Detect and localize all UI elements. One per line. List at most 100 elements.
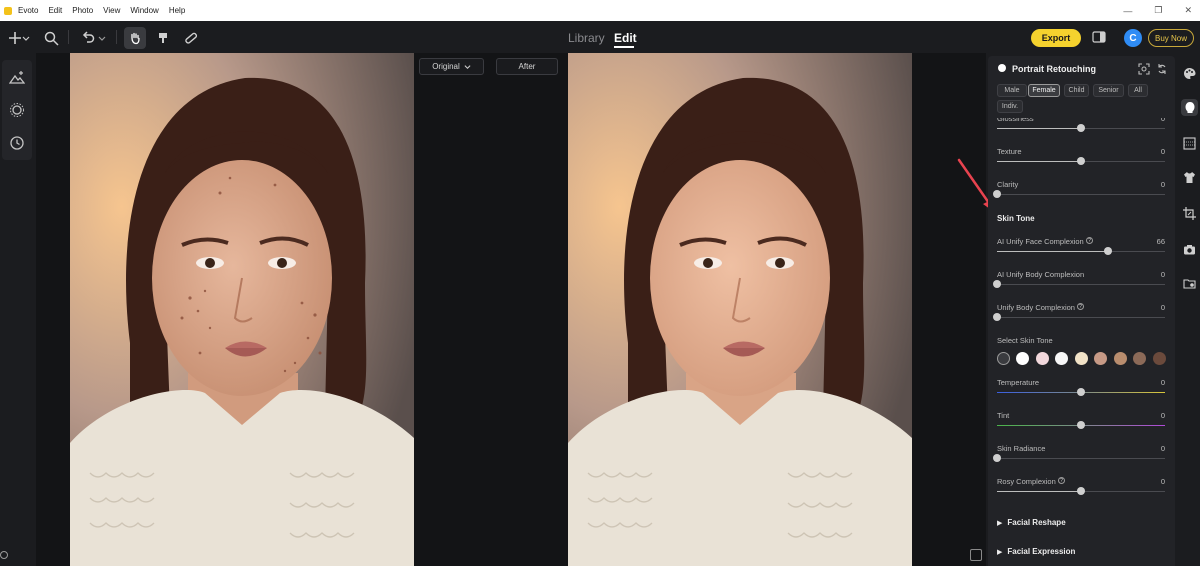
- slider-ai-unify-body-complexion: AI Unify Body Complexion 0: [993, 270, 1165, 298]
- slider-unify-body-complexion-track[interactable]: [997, 317, 1165, 318]
- slider-clarity: Clarity 0: [993, 180, 1165, 208]
- slider-skin-radiance: Skin Radiance 0: [993, 444, 1165, 472]
- sync-icon[interactable]: [1156, 62, 1168, 74]
- filter-chip-senior[interactable]: Senior: [1093, 84, 1124, 97]
- slider-temperature-thumb[interactable]: [1077, 388, 1085, 396]
- filter-chip-male[interactable]: Male: [997, 84, 1027, 97]
- help-icon[interactable]: ?: [1058, 477, 1065, 484]
- skin-tone-swatch[interactable]: [1113, 352, 1127, 365]
- menu-window[interactable]: Window: [130, 6, 158, 15]
- avatar[interactable]: C: [1124, 29, 1142, 47]
- folder-view-icon[interactable]: [1183, 277, 1196, 290]
- menu-app[interactable]: Evoto: [18, 6, 38, 15]
- help-icon[interactable]: ?: [1086, 237, 1093, 244]
- slider-clarity-thumb[interactable]: [993, 190, 1001, 198]
- compare-after-label[interactable]: After: [496, 58, 558, 75]
- slider-ai-unify-face-complexion-value: 66: [1156, 237, 1165, 246]
- slider-unify-body-complexion-label: Unify Body Complexion: [997, 303, 1075, 312]
- slider-glossiness-value: 0: [1160, 114, 1165, 123]
- slider-skin-radiance-thumb[interactable]: [993, 454, 1001, 462]
- clothing-icon[interactable]: [1183, 171, 1196, 184]
- slider-tint-label: Tint: [997, 411, 1010, 420]
- filter-chip-child[interactable]: Child: [1064, 84, 1089, 97]
- menu-photo[interactable]: Photo: [72, 6, 93, 15]
- slider-ai-unify-body-complexion-thumb[interactable]: [993, 280, 1001, 288]
- skin-tone-swatch[interactable]: [1016, 352, 1029, 365]
- window-controls: — ❐ ✕: [1123, 0, 1192, 21]
- filter-chip-all[interactable]: All: [1128, 84, 1148, 97]
- hand-tool-icon[interactable]: [124, 27, 146, 49]
- skin-tone-swatch[interactable]: [1094, 352, 1107, 365]
- compare-original-dropdown[interactable]: Original: [419, 58, 484, 75]
- slider-clarity-track[interactable]: [997, 194, 1165, 195]
- menu-help[interactable]: Help: [169, 6, 185, 15]
- menu-edit[interactable]: Edit: [48, 6, 62, 15]
- close-icon[interactable]: ✕: [1184, 5, 1192, 16]
- toolbar: Library Edit Export C Buy Now: [0, 21, 1200, 53]
- skin-tone-swatch[interactable]: [1055, 352, 1068, 365]
- slider-ai-unify-face-complexion-thumb[interactable]: [1103, 247, 1112, 255]
- slider-texture-label: Texture: [997, 147, 1022, 156]
- camera-icon[interactable]: [1183, 243, 1196, 256]
- slider-skin-radiance-track[interactable]: [997, 458, 1165, 459]
- search-icon[interactable]: [40, 27, 62, 49]
- slider-unify-body-complexion: Unify Body Complexion? 0: [993, 303, 1165, 331]
- portrait-retouching-icon[interactable]: [1181, 99, 1198, 116]
- slider-clarity-value: 0: [1160, 180, 1165, 189]
- tab-edit[interactable]: Edit: [614, 31, 637, 45]
- crop-icon[interactable]: [1183, 207, 1196, 220]
- ai-landscape-icon[interactable]: [8, 68, 26, 86]
- slider-skin-radiance-label: Skin Radiance: [997, 444, 1046, 453]
- presets-icon[interactable]: [8, 101, 26, 119]
- filter-chip-indiv[interactable]: Indiv.: [997, 100, 1023, 113]
- slider-texture-thumb[interactable]: [1077, 157, 1085, 165]
- chevron-down-icon: [464, 65, 471, 69]
- slider-ai-unify-face-complexion-fill: [997, 251, 1108, 252]
- caret-right-icon: ▶: [997, 549, 1003, 556]
- skin-tone-swatch[interactable]: [1074, 352, 1088, 365]
- help-icon[interactable]: ?: [1077, 303, 1084, 310]
- slider-skin-radiance-value: 0: [1160, 444, 1165, 453]
- minimize-icon[interactable]: —: [1123, 6, 1132, 16]
- compare-original-label: Original: [432, 62, 460, 71]
- skin-tone-swatch[interactable]: [1152, 352, 1166, 365]
- slider-tint-thumb[interactable]: [1077, 421, 1085, 429]
- skin-tone-swatch[interactable]: [1133, 352, 1146, 365]
- chevron-down-icon[interactable]: [20, 27, 32, 49]
- menu-view[interactable]: View: [103, 6, 120, 15]
- slider-temperature-value: 0: [1160, 378, 1165, 387]
- slider-unify-body-complexion-thumb[interactable]: [993, 313, 1001, 321]
- panel-toggle-icon[interactable]: [1092, 30, 1106, 44]
- info-icon[interactable]: [0, 551, 8, 559]
- slider-ai-unify-body-complexion-track[interactable]: [997, 284, 1165, 285]
- left-tool-group: [2, 60, 32, 160]
- skin-tone-swatch[interactable]: [1035, 352, 1049, 365]
- slider-rosy-complexion: Rosy Complexion? 0: [997, 477, 1165, 505]
- bandage-tool-icon[interactable]: [180, 27, 202, 49]
- slider-rosy-complexion-thumb[interactable]: [1077, 487, 1085, 495]
- undo-history-chevron-icon[interactable]: [96, 27, 108, 49]
- facial-reshape-section[interactable]: ▶ Facial Reshape: [997, 518, 1066, 527]
- slider-tint-value: 0: [1160, 411, 1165, 420]
- original-photo[interactable]: [70, 53, 414, 566]
- tab-library[interactable]: Library: [568, 31, 605, 45]
- compare-view-toggle-icon[interactable]: [970, 549, 982, 561]
- skin-tone-none-swatch[interactable]: [997, 352, 1010, 365]
- background-icon[interactable]: [1183, 137, 1196, 150]
- palette-icon[interactable]: [1183, 67, 1196, 80]
- facial-expression-section[interactable]: ▶ Facial Expression: [997, 547, 1075, 556]
- slider-ai-unify-body-complexion-value: 0: [1160, 270, 1165, 279]
- slider-texture-fill: [997, 161, 1081, 162]
- slider-glossiness-thumb[interactable]: [1077, 124, 1085, 132]
- maximize-icon[interactable]: ❐: [1154, 5, 1162, 16]
- filter-chip-female[interactable]: Female: [1028, 84, 1060, 97]
- brush-tool-icon[interactable]: [152, 27, 174, 49]
- after-photo[interactable]: [568, 53, 912, 566]
- skin-tone-heading: Skin Tone: [997, 214, 1035, 223]
- export-button[interactable]: Export: [1031, 29, 1081, 47]
- slider-glossiness: Glossiness 0: [997, 114, 1165, 142]
- face-select-icon[interactable]: [1138, 62, 1150, 75]
- buy-now-button[interactable]: Buy Now: [1148, 29, 1194, 47]
- slider-temperature: Temperature 0: [997, 378, 1165, 406]
- history-icon[interactable]: [8, 134, 26, 152]
